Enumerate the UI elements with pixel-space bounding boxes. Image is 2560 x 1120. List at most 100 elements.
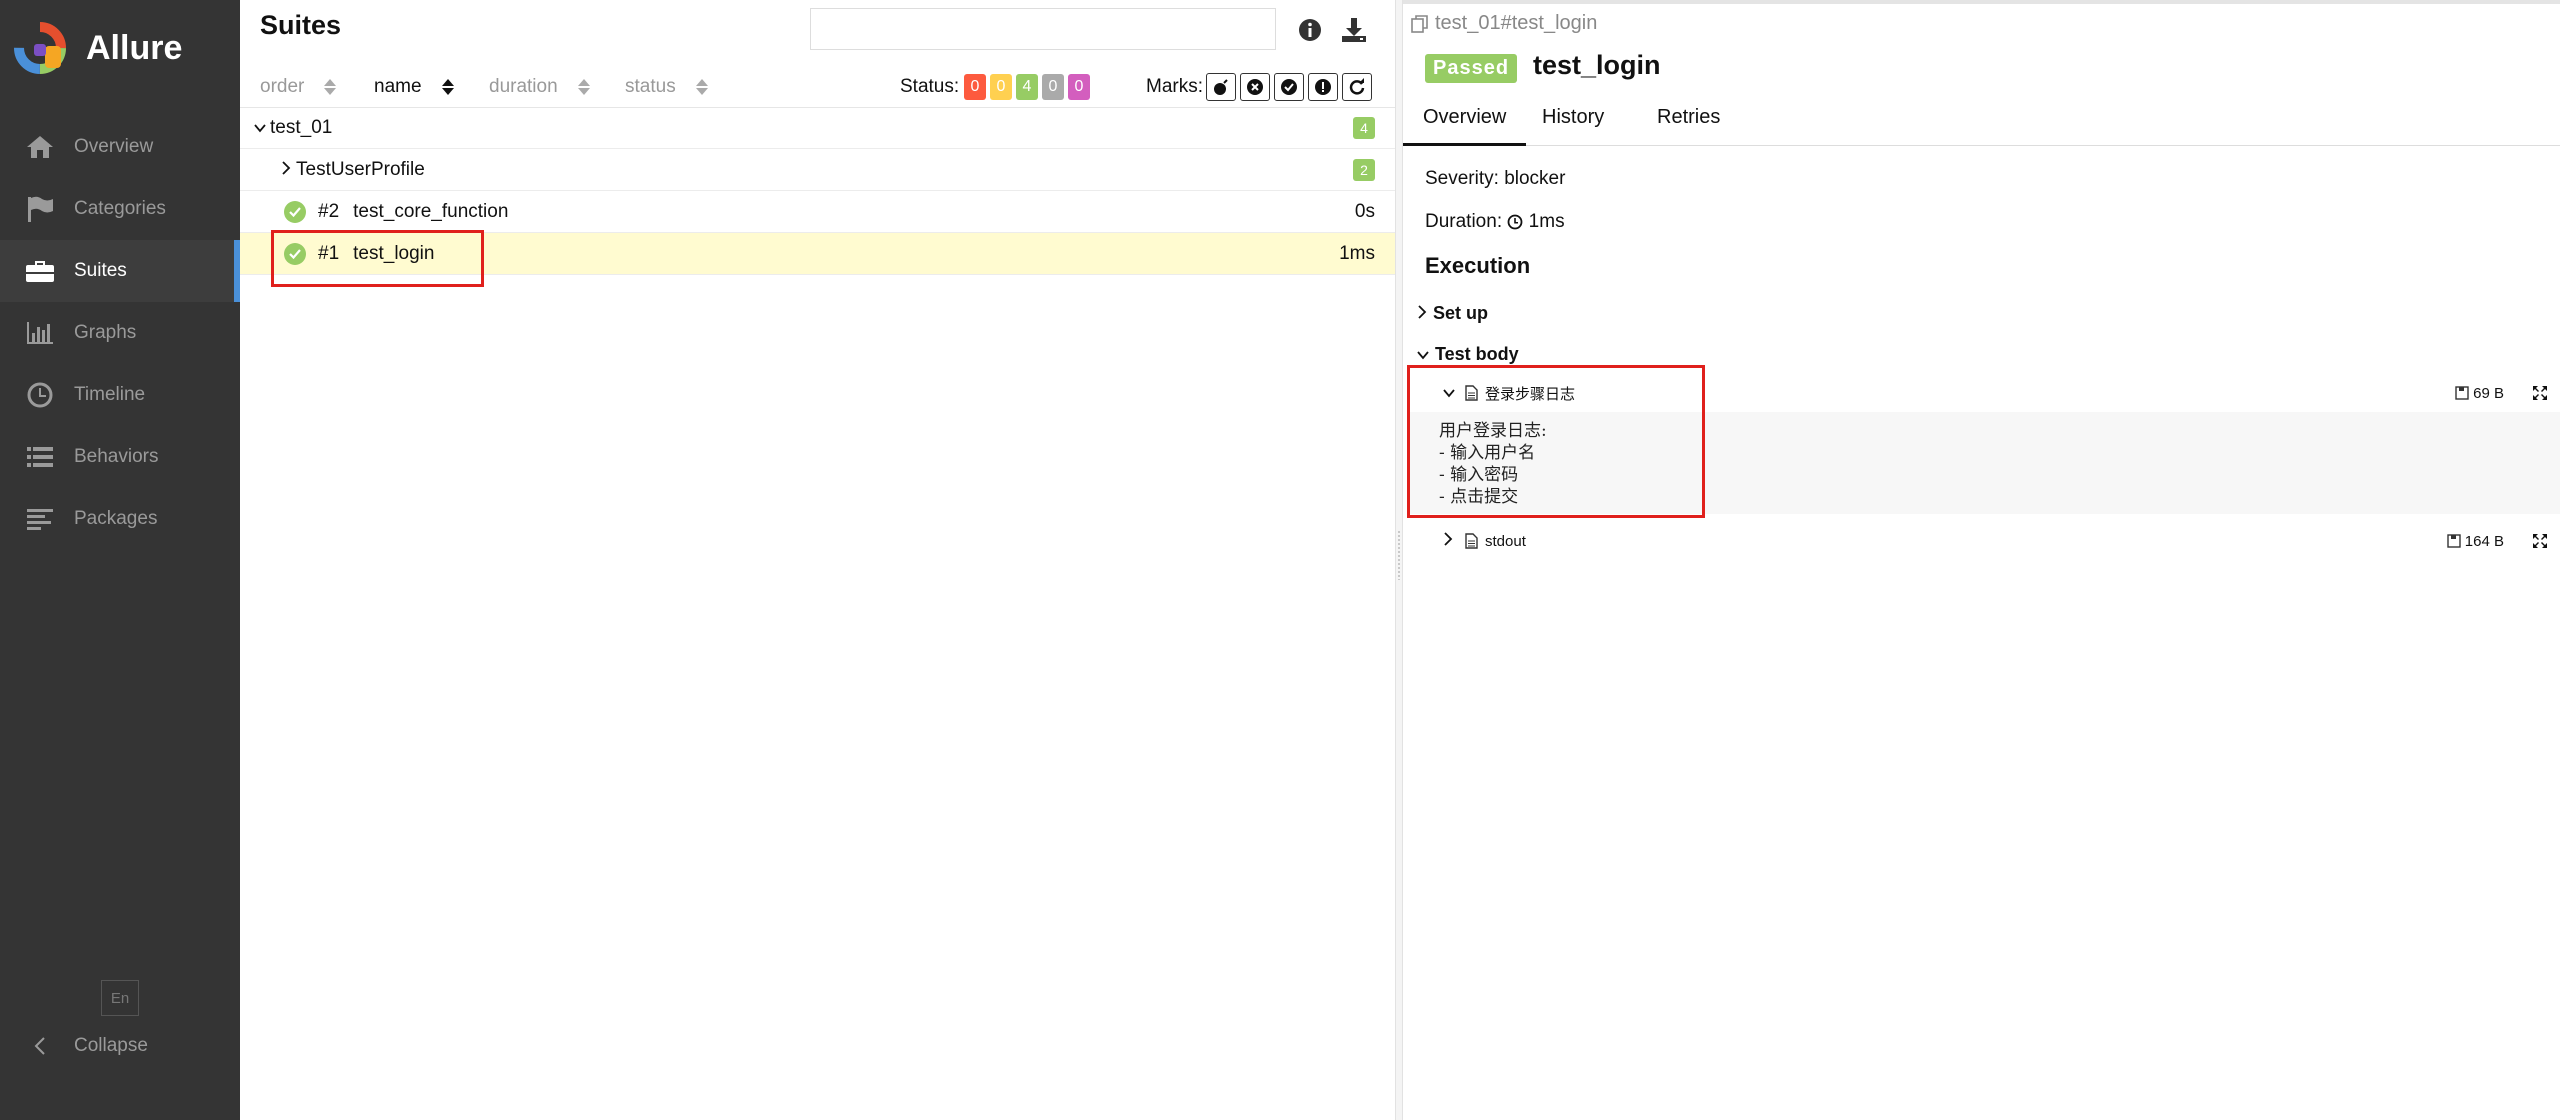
sort-label: name [374, 76, 422, 97]
passed-icon [284, 200, 306, 223]
sort-arrows-icon [324, 77, 337, 97]
language-switch[interactable]: En [101, 980, 139, 1016]
setup-step[interactable]: Set up [1417, 303, 1488, 324]
mark-retries-toggle[interactable] [1342, 73, 1372, 101]
chevron-left-icon [24, 1037, 56, 1055]
sort-arrows-icon [577, 77, 590, 97]
collapse-label: Collapse [74, 1035, 148, 1056]
check-circle-icon [1281, 79, 1297, 95]
mark-new-failed-toggle[interactable] [1240, 73, 1270, 101]
sort-order[interactable]: order [260, 76, 337, 98]
sidebar-item-label: Behaviors [74, 446, 159, 467]
briefcase-icon [24, 257, 56, 285]
sidebar-item-label: Overview [74, 136, 154, 157]
info-icon[interactable] [1298, 18, 1322, 42]
save-icon [2455, 386, 2469, 400]
test-detail-pane: test_01#test_login Passed test_login Ove… [1403, 0, 2560, 1120]
annotation-box [1407, 365, 1705, 518]
collapse-button[interactable]: Collapse [24, 1028, 148, 1064]
sidebar-item-label: Packages [74, 508, 158, 529]
chevron-right-icon [278, 159, 294, 181]
sidebar-item-label: Graphs [74, 322, 137, 343]
sidebar-item-label: Timeline [74, 384, 146, 405]
suite-row[interactable]: test_01 4 [240, 107, 1395, 149]
exclamation-circle-icon [1315, 79, 1331, 95]
status-filter-label: Status: [900, 76, 960, 97]
duration-field: Duration: 1ms [1425, 211, 1565, 233]
status-badge: Passed [1425, 54, 1518, 83]
status-unknown-toggle[interactable]: 0 [1068, 74, 1090, 100]
expand-icon[interactable] [2532, 533, 2548, 549]
tab-overview[interactable]: Overview [1403, 106, 1527, 146]
list-icon [24, 443, 56, 471]
test-body-step[interactable]: Test body [1417, 344, 1519, 365]
splitter-grip-icon[interactable] [1397, 530, 1401, 580]
test-case-number: #2 [318, 200, 340, 222]
sidebar-item-packages[interactable]: Packages [0, 488, 240, 550]
download-icon[interactable] [1340, 16, 1368, 44]
test-body-label: Test body [1435, 344, 1519, 364]
chevron-down-icon [252, 117, 268, 139]
status-failed-toggle[interactable]: 0 [964, 74, 986, 100]
align-left-icon [24, 505, 56, 533]
tab-history[interactable]: History [1522, 106, 1624, 146]
breadcrumb-text: test_01#test_login [1435, 12, 1598, 34]
duration-value: 1ms [1528, 211, 1565, 232]
sort-status[interactable]: status [625, 76, 708, 98]
status-passed-toggle[interactable]: 4 [1016, 74, 1038, 100]
attachment-row[interactable]: stdout 164 B [1403, 524, 2560, 558]
copy-icon [1411, 14, 1428, 33]
severity-field: Severity: blocker [1425, 168, 1565, 190]
clock-icon [1507, 214, 1523, 230]
search-input[interactable] [810, 8, 1276, 50]
marks-filter-label: Marks: [1146, 76, 1203, 97]
status-skipped-toggle[interactable]: 0 [1042, 74, 1064, 100]
sort-arrows-icon [695, 77, 708, 97]
group-count-badge: 2 [1353, 158, 1375, 181]
sort-name[interactable]: name [374, 76, 454, 98]
chevron-down-icon [1417, 344, 1429, 365]
sidebar-item-categories[interactable]: Categories [0, 178, 240, 240]
sidebar-item-behaviors[interactable]: Behaviors [0, 426, 240, 488]
sidebar-item-graphs[interactable]: Graphs [0, 302, 240, 364]
sidebar-item-label: Categories [74, 198, 166, 219]
test-case-row[interactable]: #2 test_core_function 0s [240, 191, 1395, 233]
suites-pane: Suites order name duration status Status… [240, 0, 1395, 1120]
expand-icon[interactable] [2532, 385, 2548, 401]
refresh-icon [1349, 78, 1365, 95]
sidebar-nav: Overview Categories Suites Graphs Timeli… [0, 116, 240, 550]
attachment-size: 164 B [2446, 533, 2504, 550]
duration-label: Duration: [1425, 211, 1503, 232]
page-title: Suites [260, 10, 342, 40]
bar-chart-icon [24, 319, 56, 347]
sort-duration[interactable]: duration [489, 76, 590, 98]
suite-name: test_01 [270, 116, 333, 138]
mark-new-broken-toggle[interactable] [1308, 73, 1338, 101]
app-name: Allure [86, 28, 183, 67]
save-icon [2446, 534, 2461, 548]
attachment-size: 69 B [2455, 385, 2504, 402]
sidebar-item-timeline[interactable]: Timeline [0, 364, 240, 426]
sort-arrows-icon [441, 77, 454, 97]
sidebar-item-overview[interactable]: Overview [0, 116, 240, 178]
severity-value: blocker [1504, 168, 1566, 189]
status-broken-toggle[interactable]: 0 [990, 74, 1012, 100]
mark-flaky-toggle[interactable] [1206, 73, 1236, 101]
sidebar-item-suites[interactable]: Suites [0, 240, 240, 302]
allure-logo-icon [14, 22, 66, 74]
tab-retries[interactable]: Retries [1637, 106, 1740, 146]
sort-label: duration [489, 76, 558, 97]
home-icon [24, 133, 56, 161]
attachment-name: stdout [1485, 532, 1526, 550]
severity-label: Severity: [1425, 168, 1499, 189]
chevron-right-icon [1443, 532, 1453, 550]
breadcrumb[interactable]: test_01#test_login [1411, 12, 1597, 35]
group-row[interactable]: TestUserProfile 2 [240, 149, 1395, 191]
clock-icon [24, 381, 56, 409]
flag-icon [24, 195, 56, 223]
suite-count-badge: 4 [1353, 116, 1375, 139]
mark-new-passed-toggle[interactable] [1274, 73, 1304, 101]
file-text-icon [1465, 533, 1478, 549]
brand[interactable]: Allure [12, 18, 182, 78]
sidebar-item-label: Suites [74, 260, 127, 281]
